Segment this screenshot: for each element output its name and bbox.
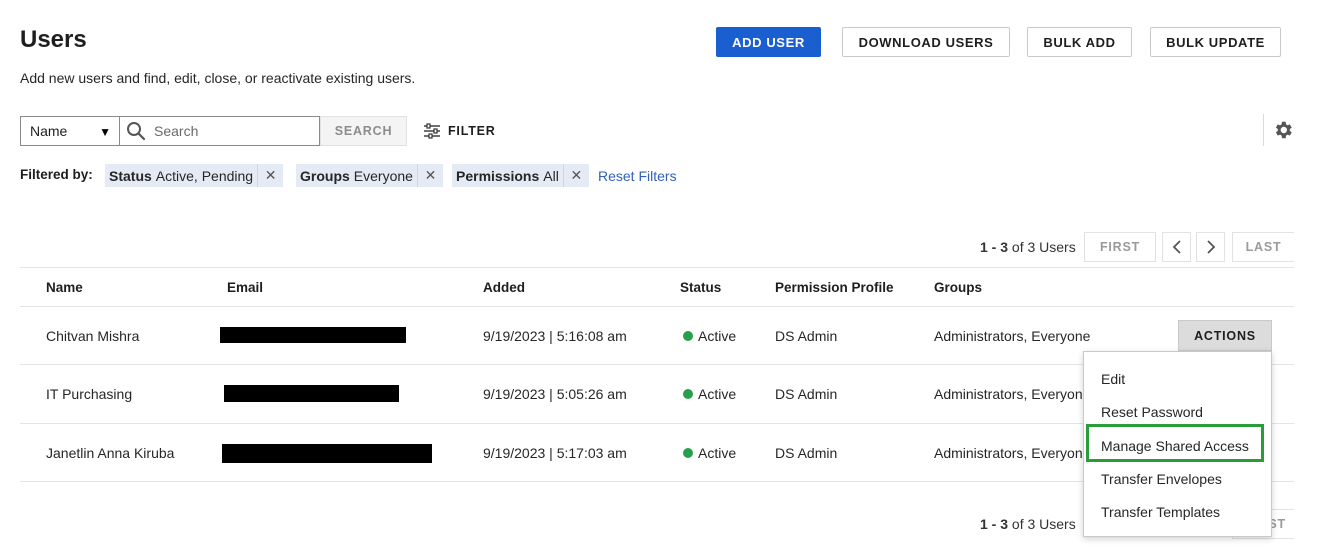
page-subtitle: Add new users and find, edit, close, or … (20, 70, 416, 86)
filtered-by-label: Filtered by: (20, 167, 93, 182)
search-icon (127, 122, 146, 141)
status-text: Active (698, 386, 737, 402)
bottom-pagination-summary: 1 - 3 of 3 Users (980, 516, 1076, 532)
groups: Administrators, Everyone (934, 328, 1091, 344)
chip-value: All (543, 167, 559, 184)
bulk-add-button[interactable]: BULK ADD (1027, 27, 1132, 57)
menu-item-edit[interactable]: Edit (1101, 371, 1125, 387)
pagination-summary: 1 - 3 of 3 Users (980, 239, 1076, 255)
chip-value: Everyone (353, 167, 413, 184)
download-users-button[interactable]: DOWNLOAD USERS (842, 27, 1010, 57)
status-dot-icon (683, 331, 693, 341)
search-field-value: Name (30, 123, 68, 139)
status-badge: Active (683, 386, 736, 402)
add-user-button[interactable]: ADD USER (716, 27, 821, 57)
column-header-groups[interactable]: Groups (934, 280, 982, 295)
filter-chip-groups: Groups Everyone ✕ (296, 164, 443, 187)
menu-item-transfer-templates[interactable]: Transfer Templates (1101, 504, 1220, 520)
next-page-button[interactable] (1196, 232, 1225, 262)
status-dot-icon (683, 448, 693, 458)
filter-chip-permissions: Permissions All ✕ (452, 164, 589, 187)
filter-label: FILTER (448, 124, 496, 138)
redacted-email (222, 444, 432, 463)
first-page-button[interactable]: FIRST (1084, 232, 1156, 262)
close-icon[interactable]: ✕ (562, 164, 589, 187)
last-page-button[interactable]: LAST (1232, 232, 1294, 262)
caret-down-icon: ▼ (99, 125, 111, 139)
menu-item-reset-password[interactable]: Reset Password (1101, 404, 1203, 420)
search-field-select[interactable]: Name ▼ (20, 116, 120, 146)
permission-profile: DS Admin (775, 445, 838, 461)
permission-profile: DS Admin (775, 386, 838, 402)
filter-button[interactable]: FILTER (423, 118, 496, 144)
added-date: 9/19/2023 | 5:16:08 am (483, 328, 627, 344)
table-top-border (20, 267, 1294, 268)
status-badge: Active (683, 328, 736, 344)
column-header-email[interactable]: Email (227, 280, 263, 295)
pagination-range: 1 - 3 (980, 516, 1009, 532)
user-name[interactable]: IT Purchasing (46, 386, 132, 402)
status-badge: Active (683, 445, 736, 461)
prev-page-button[interactable] (1162, 232, 1191, 262)
chevron-right-icon (1206, 240, 1215, 254)
chip-value: Active, Pending (155, 167, 254, 184)
sliders-icon (424, 123, 440, 139)
row-divider (20, 306, 1294, 307)
column-header-permission-profile[interactable]: Permission Profile (775, 280, 894, 295)
user-name[interactable]: Janetlin Anna Kiruba (46, 445, 174, 461)
redacted-email (220, 327, 406, 343)
column-header-added[interactable]: Added (483, 280, 525, 295)
divider (1263, 114, 1264, 146)
close-icon[interactable]: ✕ (416, 164, 443, 187)
status-text: Active (698, 445, 737, 461)
search-box[interactable] (119, 116, 320, 146)
menu-item-transfer-envelopes[interactable]: Transfer Envelopes (1101, 471, 1222, 487)
added-date: 9/19/2023 | 5:05:26 am (483, 386, 627, 402)
status-text: Active (698, 328, 737, 344)
redacted-email (224, 385, 399, 402)
groups: Administrators, Everyon (934, 386, 1083, 402)
reset-filters-link[interactable]: Reset Filters (598, 168, 677, 184)
page-title: Users (20, 26, 87, 53)
filter-chip-status: Status Active, Pending ✕ (105, 164, 284, 187)
bulk-update-button[interactable]: BULK UPDATE (1150, 27, 1281, 57)
user-name[interactable]: Chitvan Mishra (46, 328, 139, 344)
chevron-left-icon (1172, 240, 1181, 254)
search-button[interactable]: SEARCH (320, 116, 407, 146)
column-header-status[interactable]: Status (680, 280, 721, 295)
added-date: 9/19/2023 | 5:17:03 am (483, 445, 627, 461)
column-header-name[interactable]: Name (46, 280, 83, 295)
groups: Administrators, Everyon (934, 445, 1083, 461)
actions-button[interactable]: ACTIONS (1178, 320, 1272, 351)
pagination-of-text: of 3 Users (1011, 239, 1076, 255)
search-input[interactable] (152, 122, 316, 140)
chip-key: Status (109, 167, 152, 184)
close-icon[interactable]: ✕ (257, 164, 283, 187)
chip-key: Permissions (456, 167, 540, 184)
pagination-of-text: of 3 Users (1011, 516, 1076, 532)
status-dot-icon (683, 389, 693, 399)
chip-key: Groups (300, 167, 350, 184)
highlight-box (1086, 424, 1264, 462)
pagination-range: 1 - 3 (980, 239, 1009, 255)
permission-profile: DS Admin (775, 328, 838, 344)
gear-icon[interactable] (1272, 119, 1294, 141)
